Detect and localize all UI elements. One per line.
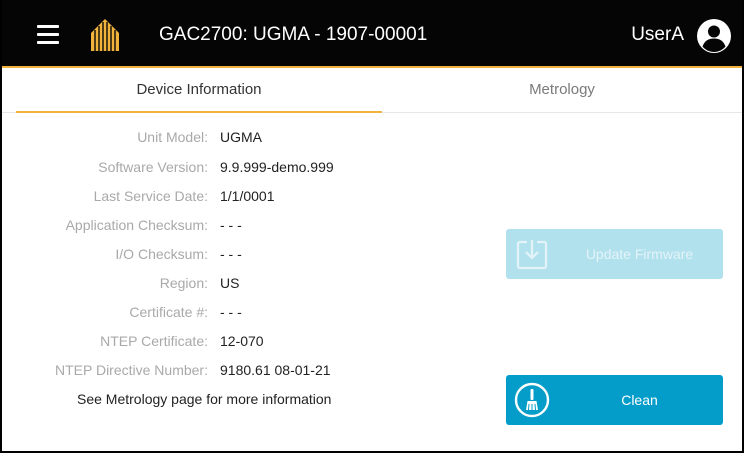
app-window: GAC2700: UGMA - 1907-00001 UserA Device … — [0, 0, 744, 453]
info-label: Last Service Date: — [93, 188, 208, 204]
account-circle-icon[interactable] — [696, 18, 732, 54]
info-row-software-version: Software Version: 9.9.999-demo.999 — [2, 152, 462, 182]
info-label: Region: — [159, 275, 208, 291]
info-value: UGMA — [220, 129, 262, 145]
info-label: NTEP Certificate: — [100, 333, 208, 349]
update-firmware-button[interactable]: Update Firmware — [506, 229, 723, 279]
hamburger-menu-icon-bar — [37, 41, 59, 44]
tab-metrology[interactable]: Metrology — [382, 68, 742, 113]
info-row-io-checksum: I/O Checksum: - - - — [2, 239, 462, 269]
clean-button[interactable]: Clean — [506, 375, 723, 425]
hamburger-menu-icon — [37, 25, 59, 28]
info-row-last-service-date: Last Service Date: 1/1/0001 — [2, 181, 462, 211]
info-row-certificate: Certificate #: - - - — [2, 297, 462, 327]
company-logo-icon — [91, 19, 119, 51]
tab-bar: Device Information Metrology — [2, 68, 742, 113]
info-row-ntep-directive-number: NTEP Directive Number: 9180.61 08-01-21 — [2, 355, 462, 385]
info-value: 9180.61 08-01-21 — [220, 362, 331, 378]
info-label: Software Version: — [98, 159, 208, 175]
app-title: GAC2700: UGMA - 1907-00001 — [159, 24, 428, 45]
tab-device-information[interactable]: Device Information — [16, 68, 382, 113]
metrology-note: See Metrology page for more information — [77, 391, 332, 407]
hamburger-menu-icon-bar — [37, 33, 59, 36]
info-value: US — [220, 275, 240, 291]
info-label: I/O Checksum: — [115, 246, 208, 262]
info-row-application-checksum: Application Checksum: - - - — [2, 210, 462, 240]
info-row-unit-model: Unit Model: UGMA — [2, 122, 462, 152]
download-box-icon — [516, 240, 548, 270]
app-header: GAC2700: UGMA - 1907-00001 UserA — [2, 0, 742, 68]
info-value: 1/1/0001 — [220, 188, 275, 204]
info-label: Application Checksum: — [65, 217, 208, 233]
info-row-ntep-certificate: NTEP Certificate: 12-070 — [2, 326, 462, 356]
menu-button[interactable] — [32, 22, 66, 48]
info-value: - - - — [220, 304, 242, 320]
user-name: UserA — [631, 24, 684, 45]
clean-label: Clean — [621, 392, 658, 408]
info-label: Unit Model: — [137, 129, 208, 145]
broom-icon — [514, 382, 550, 418]
info-value: 12-070 — [220, 333, 264, 349]
info-value: - - - — [220, 217, 242, 233]
update-firmware-label: Update Firmware — [585, 246, 694, 262]
info-row-region: Region: US — [2, 268, 462, 298]
info-label: Certificate #: — [129, 304, 208, 320]
info-value: 9.9.999-demo.999 — [220, 159, 334, 175]
info-value: - - - — [220, 246, 242, 262]
info-label: NTEP Directive Number: — [54, 362, 208, 378]
